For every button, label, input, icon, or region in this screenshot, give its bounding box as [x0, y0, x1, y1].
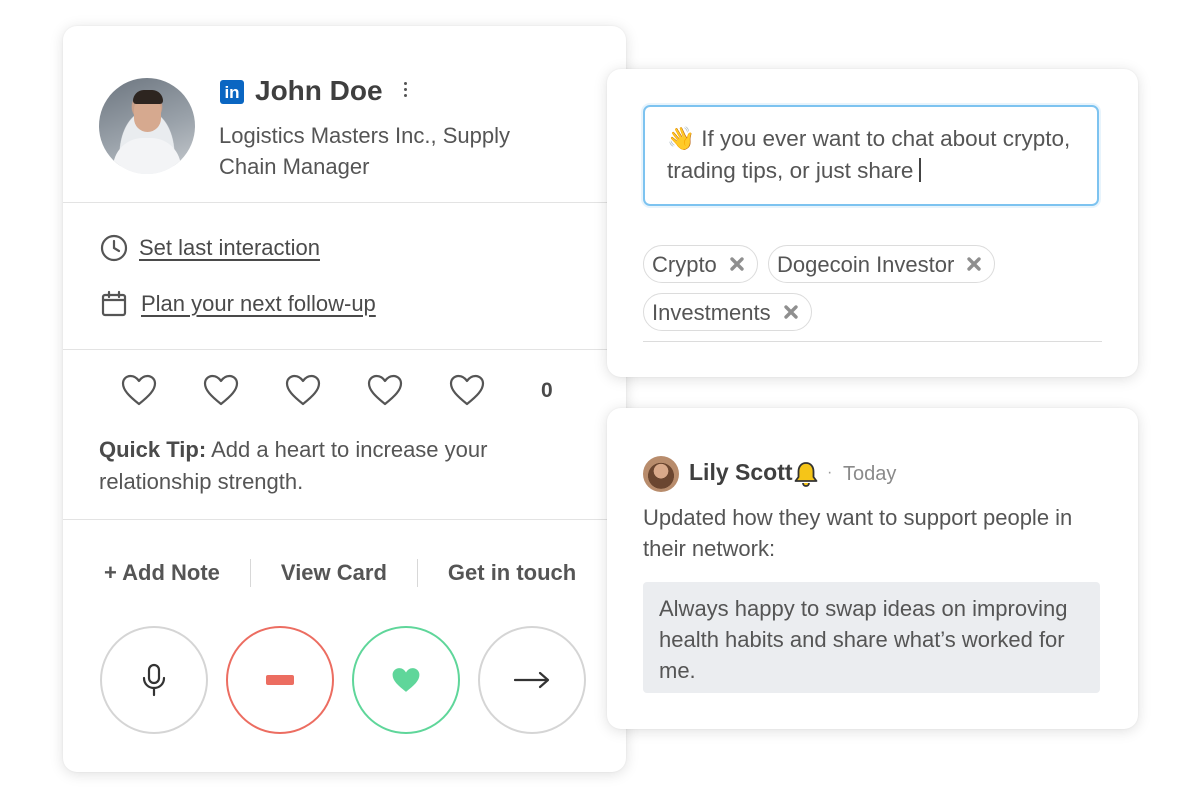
- tag-input-underline: [643, 341, 1102, 342]
- get-in-touch-button[interactable]: Get in touch: [448, 560, 576, 586]
- tag-label: Dogecoin Investor: [777, 251, 955, 277]
- contact-tabs: + Add Note View Card Get in touch: [104, 559, 576, 587]
- linkedin-icon[interactable]: in: [220, 80, 244, 104]
- activity-quote: Always happy to swap ideas on improving …: [643, 582, 1100, 693]
- heart-icon[interactable]: [447, 370, 487, 410]
- message-card: 👋 If you ever want to chat about crypto,…: [607, 69, 1138, 377]
- message-text: If you ever want to chat about crypto, t…: [667, 126, 1071, 183]
- separator-dot: ·: [827, 464, 833, 481]
- tab-separator: [416, 559, 418, 587]
- minus-icon: [266, 675, 294, 685]
- tag-dogecoin-investor[interactable]: Dogecoin Investor: [768, 245, 996, 283]
- bell-icon: [794, 462, 818, 487]
- arrow-right-icon: [514, 671, 550, 689]
- heart-icon[interactable]: [365, 370, 405, 410]
- next-button[interactable]: [478, 626, 586, 734]
- heart-icon: [392, 668, 420, 692]
- heart-icon[interactable]: [283, 370, 323, 410]
- waving-hand-emoji: 👋: [667, 126, 696, 151]
- calendar-icon: [101, 290, 127, 317]
- add-heart-button[interactable]: [352, 626, 460, 734]
- tab-separator: [249, 559, 251, 587]
- quick-tip-label: Quick Tip:: [99, 437, 207, 462]
- heart-icon[interactable]: [119, 370, 159, 410]
- avatar: [99, 78, 195, 174]
- voice-note-button[interactable]: [100, 626, 208, 734]
- divider: [63, 519, 626, 520]
- divider: [63, 349, 626, 350]
- activity-card: Lily Scott · Today Updated how they want…: [607, 408, 1138, 729]
- remove-tag-icon[interactable]: [966, 256, 982, 272]
- clock-icon: [100, 234, 128, 262]
- tag-label: Crypto: [652, 251, 717, 277]
- activity-time: Today: [843, 463, 897, 485]
- more-options-icon[interactable]: [401, 82, 409, 100]
- activity-user-name: Lily Scott: [689, 459, 793, 485]
- plan-follow-up-row[interactable]: Plan your next follow-up: [99, 289, 376, 319]
- contact-card: in John Doe Logistics Masters Inc., Supp…: [63, 26, 626, 772]
- heart-icon[interactable]: [201, 370, 241, 410]
- set-last-interaction-row[interactable]: Set last interaction: [99, 233, 320, 263]
- activity-text: Updated how they want to support people …: [643, 505, 1073, 561]
- tag-label: Investments: [652, 299, 771, 325]
- divider: [63, 202, 626, 203]
- quick-tip: Quick Tip: Add a heart to increase your …: [99, 434, 539, 498]
- decrease-button[interactable]: [226, 626, 334, 734]
- contact-name: John Doe: [255, 75, 383, 106]
- avatar: [643, 456, 679, 492]
- tag-crypto[interactable]: Crypto: [643, 245, 758, 283]
- view-card-button[interactable]: View Card: [281, 560, 387, 586]
- contact-company: Logistics Masters Inc., Supply Chain Man…: [219, 123, 511, 179]
- plan-follow-up-link[interactable]: Plan your next follow-up: [141, 291, 376, 317]
- message-input[interactable]: 👋 If you ever want to chat about crypto,…: [643, 105, 1099, 206]
- add-note-button[interactable]: + Add Note: [104, 560, 220, 586]
- microphone-icon: [142, 663, 166, 697]
- text-cursor: [919, 158, 922, 182]
- remove-tag-icon[interactable]: [783, 304, 799, 320]
- remove-tag-icon[interactable]: [729, 256, 745, 272]
- heart-count: 0: [541, 379, 553, 402]
- set-last-interaction-link[interactable]: Set last interaction: [139, 235, 320, 261]
- heart-rating: [119, 370, 529, 410]
- tag-investments[interactable]: Investments: [643, 293, 812, 331]
